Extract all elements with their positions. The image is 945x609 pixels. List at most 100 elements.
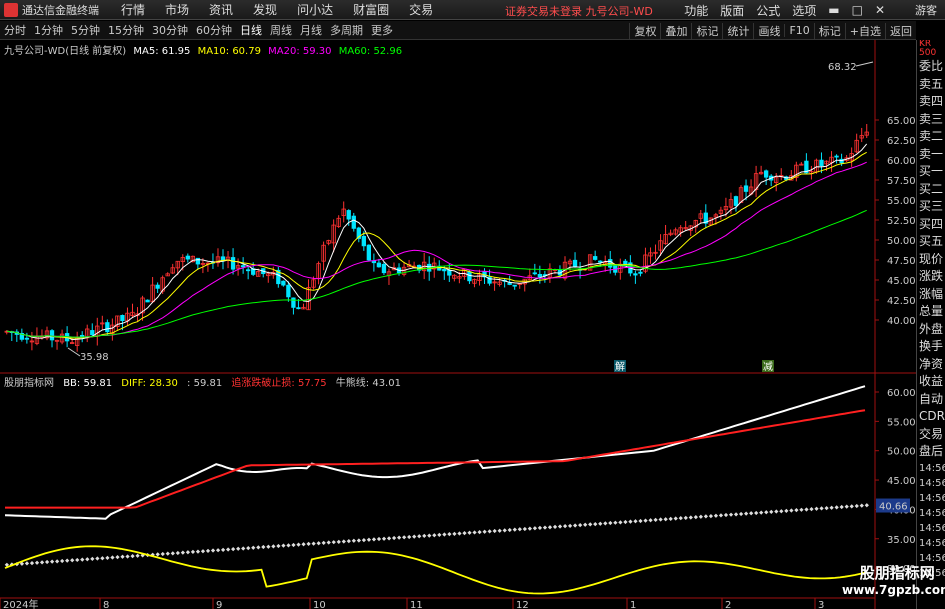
period-30min[interactable]: 30分钟 [148, 22, 192, 38]
menu-market2[interactable]: 市场 [155, 1, 199, 18]
bull-line-dot [220, 547, 226, 552]
time-label: 11 [410, 600, 423, 609]
tool-draw[interactable]: 画线 [753, 22, 784, 39]
bull-line-dot [100, 556, 105, 561]
period-1min[interactable]: 1分钟 [30, 22, 67, 38]
bull-line-dot [864, 503, 869, 508]
bull-line-dot [356, 538, 362, 543]
candle-body [633, 273, 638, 276]
candle-body [155, 284, 160, 289]
candle-body [381, 263, 387, 274]
bull-line-dot [336, 539, 341, 544]
menu-options[interactable]: 选项 [786, 2, 822, 19]
menu-wealth[interactable]: 财富圈 [343, 1, 399, 18]
menu-assistant[interactable]: 问小达 [287, 1, 343, 18]
menu-discover[interactable]: 发现 [243, 1, 287, 18]
bull-line-dot [195, 549, 201, 554]
tool-f10[interactable]: F10 [784, 24, 813, 37]
bull-line-dot [200, 549, 206, 554]
bull-line-dot [256, 545, 261, 550]
kline-chart[interactable]: 65.00 62.50 60.00 57.50 55.00 52.50 50.00 47.50… [0, 40, 916, 609]
bull-line-dot [608, 520, 613, 526]
tool-back[interactable]: 返回 [885, 22, 916, 39]
menu-layout[interactable]: 版面 [714, 2, 750, 19]
sub-axis-label: 60.00 [887, 388, 916, 399]
bull-line-dot [442, 532, 447, 537]
quote-field-20: CDR [919, 409, 945, 423]
sub-legend-diff2: : 59.81 [187, 378, 223, 389]
bull-line-dot [422, 533, 427, 539]
bull-line-dot [552, 524, 558, 529]
time-label: 12 [516, 600, 529, 609]
bull-line-dot [698, 514, 703, 519]
sub-legend-name: 股朋指标网 [4, 378, 54, 389]
bull-line-dot [784, 508, 789, 513]
main-axis-label: 60.00 [887, 156, 916, 167]
quote-field-2: 卖四 [919, 94, 944, 108]
period-more[interactable]: 更多 [367, 22, 397, 38]
trade-time-5: 14:56 [919, 537, 945, 549]
candle-body [346, 210, 351, 220]
main-legend: 九号公司-WD(日线 前复权) MA5: 61.95 MA10: 60.79 M… [4, 42, 406, 57]
guest-label[interactable]: 游客 [915, 2, 937, 18]
bull-line-dot [402, 535, 407, 540]
quote-field-1: 卖五 [919, 76, 944, 91]
bull-line-dot [386, 536, 392, 541]
menu-function[interactable]: 功能 [678, 2, 714, 19]
close-icon[interactable]: ✕ [869, 3, 891, 17]
quote-field-6: 买一 [919, 164, 944, 178]
bull-line-dot [391, 535, 397, 541]
bull-line-dot [789, 508, 794, 513]
bull-line-dot [231, 547, 236, 552]
bull-line-dot [547, 525, 553, 530]
menu-market[interactable]: 行情 [111, 1, 155, 18]
main-axis-label: 57.50 [887, 176, 916, 187]
bull-line-dot [578, 523, 583, 528]
watermark: 股朋指标网 www.7gpzb.com [842, 565, 945, 599]
quote-field-13: 涨幅 [919, 286, 944, 301]
period-60min[interactable]: 60分钟 [192, 22, 236, 38]
candle-body [532, 272, 537, 275]
quote-field-8: 买三 [919, 199, 944, 213]
bull-line-dot [301, 542, 306, 547]
tool-overlay[interactable]: 叠加 [660, 22, 691, 39]
tool-mark[interactable]: 标记 [691, 22, 722, 39]
chart-toolbar: 复权 叠加 标记 统计 画线 F10 标记 +自选 返回 [629, 21, 916, 40]
bull-line-dot [482, 529, 487, 534]
candle-body [185, 255, 190, 260]
quote-field-list: 委比 卖五 卖四 卖三 卖二 卖一 买一 买二 买三 买四 买五 现价 涨跌 涨幅 总量 外盘 换手 净资 收益 自动… [917, 58, 945, 581]
bull-line-dot [713, 513, 719, 518]
period-intraday[interactable]: 分时 [0, 22, 30, 38]
period-monthly[interactable]: 月线 [296, 22, 326, 38]
tool-add-watch[interactable]: +自选 [844, 22, 885, 39]
bull-line-dot [718, 513, 724, 518]
tool-mark2[interactable]: 标记 [813, 22, 845, 39]
sub-legend: 股朋指标网 BB: 59.81 DIFF: 28.30 : 59.81 追涨跌破… [4, 374, 407, 389]
menu-formula[interactable]: 公式 [750, 2, 786, 19]
period-multi[interactable]: 多周期 [326, 22, 367, 38]
bull-line-dot [175, 550, 180, 556]
bull-line-dot [24, 561, 30, 566]
sub-current-value: 40.66 [879, 502, 908, 513]
bull-line-dot [95, 556, 100, 561]
bull-line-dot [774, 509, 779, 514]
period-5min[interactable]: 5分钟 [67, 22, 104, 38]
low-annotation: 35.98 [80, 352, 109, 363]
bull-line-dot [326, 540, 331, 545]
bull-line-dot [296, 542, 301, 547]
maximize-icon[interactable]: □ [846, 3, 869, 17]
title-bar: 通达信金融终端 行情 市场 资讯 发现 问小达 财富圈 交易 证券交易未登录 九… [0, 0, 945, 20]
period-weekly[interactable]: 周线 [266, 22, 296, 38]
bull-line-dot [507, 527, 512, 533]
bull-line-dot [557, 524, 563, 529]
tool-stats[interactable]: 统计 [722, 22, 753, 39]
tool-adjust[interactable]: 复权 [629, 22, 660, 39]
menu-trade[interactable]: 交易 [399, 1, 443, 18]
bull-line-dot [261, 544, 266, 550]
period-daily[interactable]: 日线 [236, 22, 266, 38]
minimize-icon[interactable]: ▬ [822, 3, 845, 17]
bull-line-dot [824, 505, 829, 511]
candle-body [593, 256, 598, 260]
period-15min[interactable]: 15分钟 [104, 22, 148, 38]
menu-news[interactable]: 资讯 [199, 1, 243, 18]
